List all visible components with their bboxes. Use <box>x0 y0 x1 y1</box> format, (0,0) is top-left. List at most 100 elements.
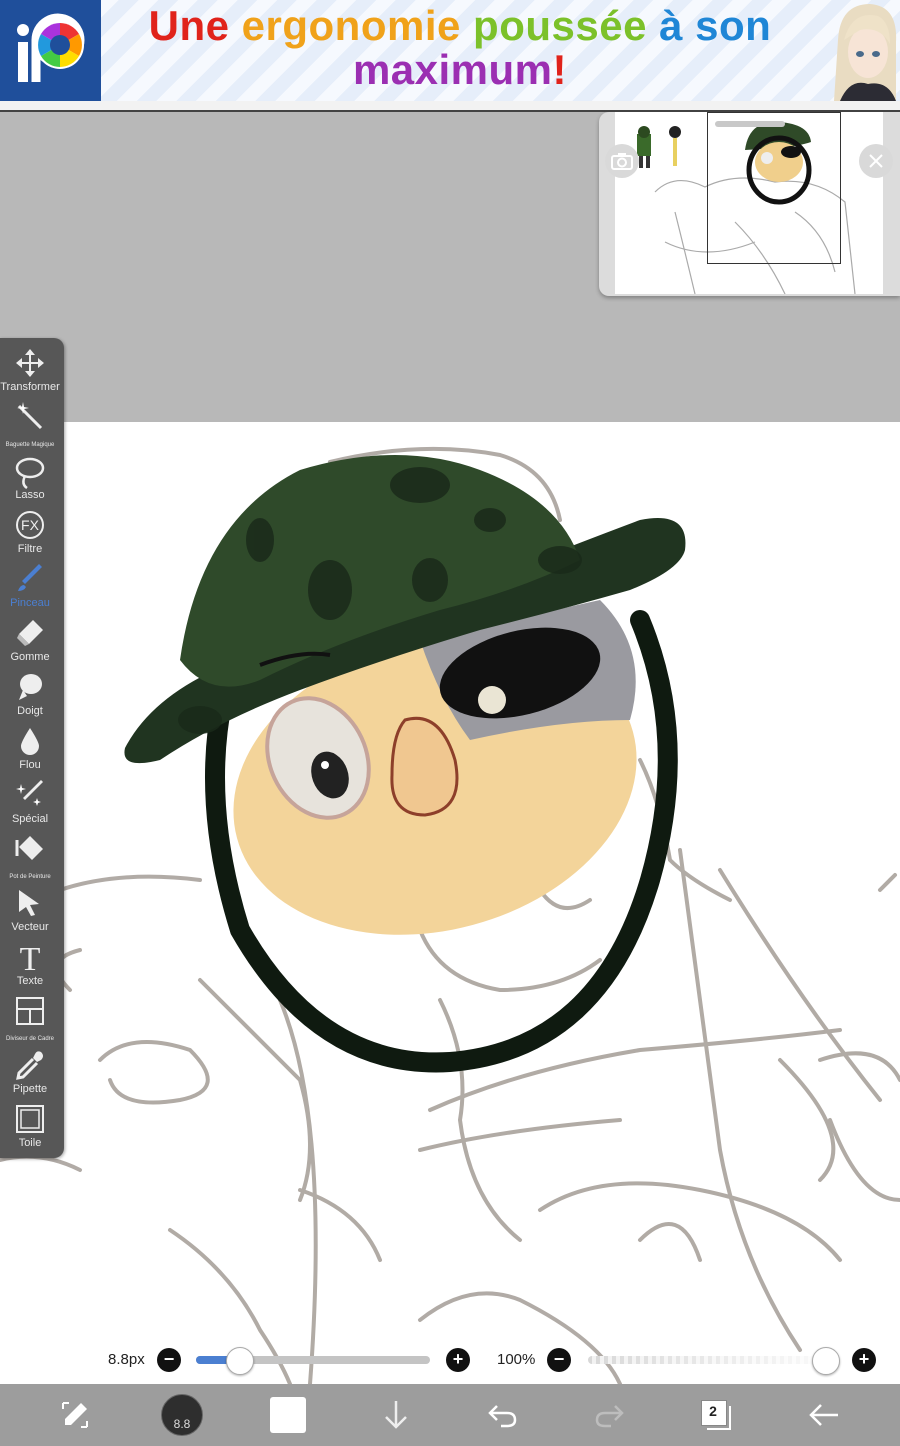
ad-character-illustration <box>830 0 900 101</box>
tool-bucket[interactable]: Pot de Peinture <box>0 828 60 882</box>
redo-icon <box>595 1405 624 1428</box>
tool-vector[interactable]: Vecteur <box>0 882 60 936</box>
camera-button[interactable] <box>605 144 639 178</box>
tool-blur[interactable]: Flou <box>0 720 60 774</box>
cursor-icon <box>19 890 39 916</box>
tool-smudge[interactable]: Doigt <box>0 666 60 720</box>
ad-title: Une ergonomie poussée à son maximum! <box>130 4 790 92</box>
layers-icon: 2 <box>701 1400 731 1430</box>
opacity-label: 100% <box>497 1351 536 1368</box>
tool-label: Flou <box>19 759 41 771</box>
close-icon <box>869 154 883 168</box>
tool-label: Gomme <box>10 651 50 663</box>
ad-title-word: à son <box>659 2 772 49</box>
color-picker-button[interactable] <box>258 1384 318 1446</box>
redo-button[interactable] <box>580 1384 640 1446</box>
opacity-track[interactable] <box>588 1356 820 1364</box>
tool-label: Vecteur <box>11 921 49 933</box>
tool-label: Transformer <box>0 381 60 393</box>
frame-divider-icon <box>16 997 44 1025</box>
back-button[interactable] <box>794 1384 854 1446</box>
ad-title-word: maximum <box>352 46 553 93</box>
navigator-panel[interactable] <box>599 112 900 296</box>
brush-size-decrease-button[interactable]: − <box>157 1348 181 1372</box>
ad-title-word: ergonomie <box>241 2 474 49</box>
close-navigator-button[interactable] <box>859 144 893 178</box>
layers-button[interactable]: 2 <box>686 1384 746 1446</box>
tool-frame-divider[interactable]: Diviseur de Cadre <box>0 990 60 1044</box>
droplet-icon <box>21 728 39 755</box>
move-arrows-icon <box>16 349 44 377</box>
current-color-swatch <box>270 1397 306 1433</box>
brush-size-knob[interactable] <box>226 1347 255 1375</box>
pen-swap-icon <box>62 1402 88 1428</box>
plus-icon: + <box>858 1349 870 1369</box>
brush-preview-value: 8.8 <box>173 1417 191 1431</box>
minus-icon: − <box>163 1349 175 1369</box>
tool-eraser[interactable]: Gomme <box>0 612 60 666</box>
brush-preview-button[interactable]: 8.8 <box>152 1384 212 1446</box>
tool-label: Texte <box>16 975 44 987</box>
undo-button[interactable] <box>472 1384 532 1446</box>
arrow-down-icon <box>385 1401 407 1429</box>
tool-brush[interactable]: Pinceau <box>0 558 60 612</box>
navigator-drag-handle[interactable] <box>715 121 785 127</box>
eyedropper-icon <box>16 1051 43 1080</box>
svg-text:FX: FX <box>21 517 40 533</box>
eraser-icon <box>17 620 43 646</box>
arrow-left-icon <box>809 1404 838 1426</box>
ad-title-word: Une <box>148 2 242 49</box>
opacity-decrease-button[interactable]: − <box>547 1348 571 1372</box>
text-icon: T <box>20 942 41 972</box>
tool-eyedropper[interactable]: Pipette <box>0 1044 60 1098</box>
camera-icon <box>611 153 633 170</box>
drawing-canvas[interactable] <box>0 422 900 1384</box>
tool-lasso[interactable]: Lasso <box>0 450 60 504</box>
tool-magic-wand[interactable]: Baguette Magique <box>0 396 60 450</box>
sparkle-pen-icon <box>16 780 43 806</box>
opacity-fill <box>588 1356 820 1364</box>
plus-icon: + <box>452 1349 464 1369</box>
tool-transform[interactable]: Transformer <box>0 342 60 396</box>
tool-label: Toile <box>18 1137 42 1149</box>
brush-sliders: 8.8px − + 100% − + <box>0 1340 900 1380</box>
tool-panel: Transformer Baguette Magique Lasso FX Fi… <box>0 338 64 1158</box>
undo-icon <box>488 1405 517 1428</box>
tool-label: Doigt <box>17 705 43 717</box>
paint-bucket-icon <box>15 836 43 860</box>
minus-icon: − <box>553 1349 565 1369</box>
layer-down-button[interactable] <box>366 1384 426 1446</box>
brush-preview: 8.8 <box>161 1394 203 1436</box>
artwork <box>0 446 900 1384</box>
tool-special[interactable]: Spécial <box>0 774 60 828</box>
tool-canvas[interactable]: Toile <box>0 1098 60 1152</box>
canvas-icon <box>16 1105 44 1133</box>
tool-filter[interactable]: FX Filtre <box>0 504 60 558</box>
tool-label: Filtre <box>17 543 43 555</box>
brush-size-increase-button[interactable]: + <box>446 1348 470 1372</box>
ad-title-word: ! <box>552 46 568 93</box>
ad-banner[interactable]: Une ergonomie poussée à son maximum! <box>0 0 900 101</box>
svg-text:T: T <box>20 942 41 972</box>
navigator-viewport-frame[interactable] <box>707 112 841 264</box>
ad-separator <box>0 101 900 112</box>
fx-icon: FX <box>16 511 44 539</box>
tool-label: Pinceau <box>10 597 50 609</box>
tool-label: Spécial <box>11 813 49 825</box>
finger-icon <box>19 674 42 700</box>
navigator-thumbnail[interactable] <box>615 112 883 294</box>
ibispaint-logo-icon <box>0 0 101 101</box>
brush-size-label: 8.8px <box>108 1351 145 1368</box>
tool-label: Pipette <box>12 1083 48 1095</box>
lasso-icon <box>15 457 45 490</box>
opacity-knob[interactable] <box>812 1347 840 1375</box>
brush-icon <box>18 564 42 591</box>
ad-title-word: poussée <box>473 2 660 49</box>
layers-count: 2 <box>709 1403 717 1419</box>
tool-label: Lasso <box>15 489 45 501</box>
tool-text[interactable]: T Texte <box>0 936 60 990</box>
quick-actions-button[interactable] <box>45 1384 105 1446</box>
opacity-increase-button[interactable]: + <box>852 1348 876 1372</box>
magic-wand-icon <box>17 402 43 430</box>
bottom-toolbar: 8.8 2 <box>0 1384 900 1446</box>
